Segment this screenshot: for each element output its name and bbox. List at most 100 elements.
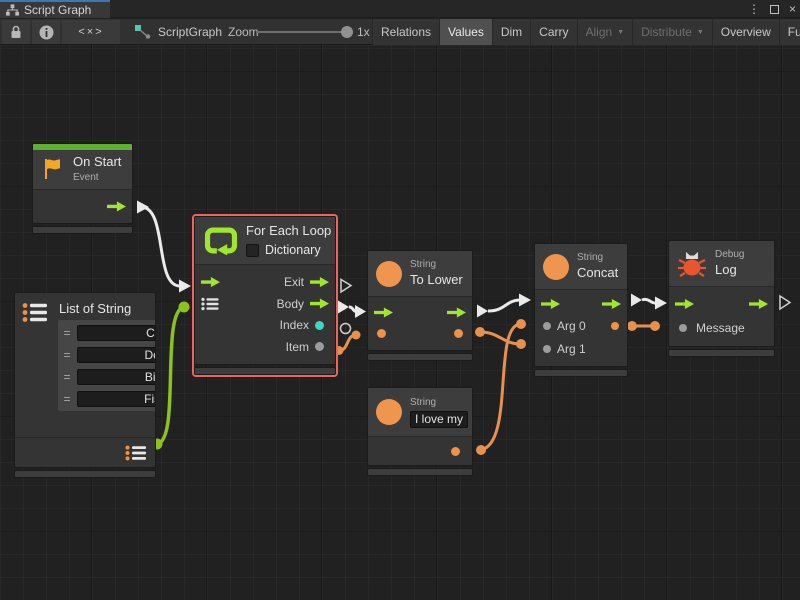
lock-button[interactable]: [2, 20, 30, 44]
overview-button[interactable]: Overview: [713, 19, 780, 45]
node-debug-log[interactable]: Debug Log Message: [668, 240, 775, 357]
node-footer: [534, 369, 628, 377]
wire-arrowhead[interactable]: [179, 280, 191, 293]
wire-start-triangle[interactable]: [477, 305, 488, 318]
values-button[interactable]: Values: [440, 19, 493, 45]
flow-input-port[interactable]: [374, 307, 393, 319]
drag-handle[interactable]: =: [61, 326, 73, 340]
flow-input-port[interactable]: [201, 276, 220, 288]
list-item-input[interactable]: [77, 391, 156, 407]
wire-endpoint[interactable]: [627, 321, 637, 331]
flow-input-port[interactable]: [541, 298, 560, 310]
wire-onstart-to-foreach[interactable]: [141, 207, 180, 286]
port-label-message: Message: [696, 321, 745, 335]
node-subtitle: String: [410, 259, 463, 271]
script-graph-icon: [135, 25, 151, 39]
list-item-row: = −: [61, 367, 156, 386]
wire-arrowhead[interactable]: [355, 305, 366, 318]
trigger-output-port[interactable]: [107, 200, 126, 212]
align-dropdown[interactable]: Align▼: [578, 19, 634, 45]
carry-button[interactable]: Carry: [531, 19, 577, 45]
wire-endpoint[interactable]: [179, 302, 190, 313]
result-output-port[interactable]: [611, 322, 619, 330]
exit-port-marker[interactable]: [341, 280, 351, 293]
flow-input-port[interactable]: [675, 298, 694, 310]
index-port-marker[interactable]: [341, 324, 351, 334]
drag-handle[interactable]: =: [61, 370, 73, 384]
bug-icon: [677, 249, 707, 279]
flow-output-port[interactable]: [447, 307, 466, 319]
lock-icon: [10, 25, 22, 39]
wire-endpoint[interactable]: [475, 327, 485, 337]
arg0-input-port[interactable]: [543, 322, 551, 330]
body-output-port[interactable]: [310, 298, 329, 310]
node-for-each-loop[interactable]: For Each Loop Dictionary Exit: [194, 216, 336, 375]
wire-arrowhead[interactable]: [519, 294, 531, 307]
node-title: Log: [715, 263, 744, 278]
list-item-input[interactable]: [77, 325, 156, 341]
item-output-port[interactable]: [315, 342, 324, 351]
index-output-port[interactable]: [315, 321, 324, 330]
node-subtitle: String: [577, 252, 618, 264]
string-output-port[interactable]: [451, 447, 460, 456]
node-footer: [194, 367, 336, 375]
wire-tolower-to-arg1[interactable]: [480, 332, 521, 344]
fullscreen-button[interactable]: Full Screen: [780, 19, 800, 45]
wire-arrowhead[interactable]: [655, 297, 667, 310]
code-view-button[interactable]: <×>: [62, 20, 120, 44]
tab-bar: Script Graph ⋮ ×: [0, 0, 800, 18]
wire-tolower-to-concat[interactable]: [488, 300, 521, 311]
node-string-concat[interactable]: String Concat Arg 0: [534, 243, 628, 377]
node-list-of-string[interactable]: List of String = − = −: [14, 292, 156, 478]
string-input-port[interactable]: [377, 329, 386, 338]
zoom-slider-handle[interactable]: [341, 26, 353, 38]
flow-output-port[interactable]: [749, 298, 768, 310]
dim-button[interactable]: Dim: [493, 19, 531, 45]
zoom-value: 1x: [357, 19, 370, 45]
wire-endpoint[interactable]: [516, 319, 526, 329]
string-value-input[interactable]: [410, 411, 468, 428]
wire-list-to-foreach[interactable]: [157, 307, 184, 444]
tab-script-graph[interactable]: Script Graph: [0, 0, 110, 18]
wire-start-triangle[interactable]: [631, 294, 642, 307]
dictionary-checkbox[interactable]: [246, 244, 259, 257]
node-title: To Lower: [410, 273, 463, 288]
distribute-dropdown[interactable]: Distribute▼: [633, 19, 713, 45]
wire-endpoint[interactable]: [476, 445, 486, 455]
wire-start-triangle[interactable]: [137, 201, 149, 214]
relations-button[interactable]: Relations: [373, 19, 440, 45]
node-string-literal[interactable]: String: [367, 387, 473, 476]
flow-output-port[interactable]: [602, 298, 621, 310]
chevron-down-icon: ▼: [617, 29, 624, 36]
graph-reference-button[interactable]: ScriptGraph: [135, 19, 222, 45]
list-item-input[interactable]: [77, 347, 156, 363]
arg1-input-port[interactable]: [543, 345, 551, 353]
checkbox-label: Dictionary: [265, 243, 321, 257]
list-item-input[interactable]: [77, 369, 156, 385]
close-icon[interactable]: ×: [789, 3, 796, 15]
graph-canvas[interactable]: On Start Event: [0, 45, 800, 600]
drag-handle[interactable]: =: [61, 392, 73, 406]
exit-output-port[interactable]: [310, 276, 329, 288]
node-string-to-lower[interactable]: String To Lower: [367, 250, 473, 361]
message-input-port[interactable]: [679, 324, 687, 332]
port-label-index: Index: [280, 318, 309, 332]
string-output-port[interactable]: [454, 329, 463, 338]
drag-handle[interactable]: =: [61, 348, 73, 362]
maximize-icon[interactable]: [770, 5, 779, 14]
zoom-slider[interactable]: [256, 31, 348, 33]
string-type-icon: [376, 399, 402, 425]
string-type-icon: [543, 254, 569, 280]
log-exit-port-marker[interactable]: [780, 296, 790, 309]
wire-endpoint[interactable]: [516, 339, 526, 349]
collection-input-port[interactable]: [201, 297, 219, 311]
list-output-port[interactable]: [125, 445, 147, 461]
wire-concat-to-log[interactable]: [642, 299, 656, 303]
list-item-row: = −: [61, 345, 156, 364]
wire-start-triangle[interactable]: [338, 301, 349, 314]
node-on-start[interactable]: On Start Event: [32, 143, 133, 234]
info-button[interactable]: [32, 20, 60, 44]
wire-endpoint[interactable]: [650, 321, 660, 331]
wire-endpoint[interactable]: [352, 331, 361, 340]
window-menu-icon[interactable]: ⋮: [748, 3, 760, 15]
